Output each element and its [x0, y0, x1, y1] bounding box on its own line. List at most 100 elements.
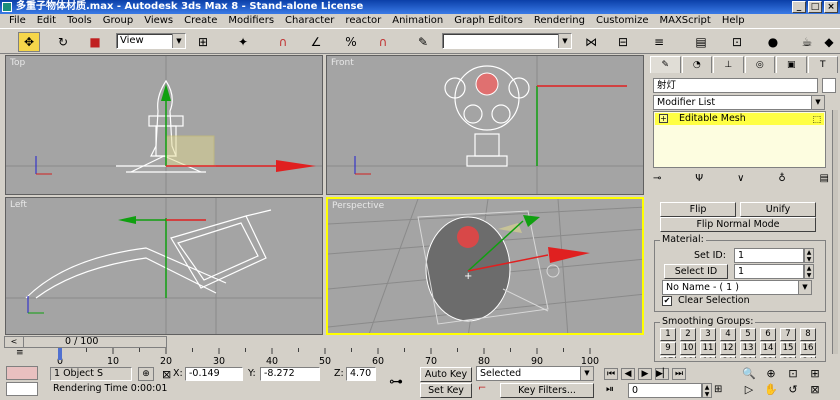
smoothing-group-button-17[interactable]: 17 — [660, 356, 676, 358]
smoothing-group-button-19[interactable]: 19 — [700, 356, 716, 358]
select-id-field[interactable]: 1 — [734, 264, 804, 279]
smoothing-group-button-20[interactable]: 20 — [720, 356, 736, 358]
utilities-tab-icon[interactable]: T — [807, 56, 838, 73]
time-slider[interactable]: 0 / 100 — [4, 336, 167, 348]
previous-frame-icon[interactable]: ◀ — [621, 368, 635, 380]
hierarchy-tab-icon[interactable]: ⊥ — [713, 56, 744, 73]
lock-selection-icon[interactable]: ⊕ — [138, 367, 154, 381]
smoothing-group-button-18[interactable]: 18 — [680, 356, 696, 358]
smoothing-group-button-7[interactable]: 7 — [780, 328, 796, 341]
go-to-end-icon[interactable]: ⏭ — [672, 368, 686, 380]
align-icon[interactable]: ⊟ — [612, 32, 634, 52]
smoothing-group-button-5[interactable]: 5 — [740, 328, 756, 341]
command-panel-scrollbar[interactable] — [832, 110, 838, 354]
key-icon[interactable]: ⊶ — [378, 368, 414, 396]
create-tab-icon[interactable]: ✎ — [650, 56, 681, 73]
object-color-swatch[interactable] — [822, 78, 836, 93]
z-coordinate-field[interactable]: 4.70 — [346, 367, 376, 381]
menu-rendering[interactable]: Rendering — [534, 14, 585, 28]
minimize-button[interactable]: _ — [792, 1, 806, 13]
smoothing-group-button-1[interactable]: 1 — [660, 328, 676, 341]
unify-button[interactable]: Unify — [740, 202, 816, 217]
menu-character[interactable]: Character — [285, 14, 334, 28]
smoothing-group-button-23[interactable]: 23 — [780, 356, 796, 358]
material-name-dropdown[interactable]: No Name - ( 1 ) ▼ — [662, 280, 812, 295]
menu-views[interactable]: Views — [144, 14, 173, 28]
viewport-top[interactable]: Top — [5, 55, 323, 195]
play-icon[interactable]: ▶ — [638, 368, 652, 380]
viewport-front[interactable]: Front — [326, 55, 644, 195]
select-manipulate-icon[interactable]: ✦ — [232, 32, 254, 52]
quick-render-icon[interactable]: ◆ — [818, 32, 840, 52]
smoothing-group-button-12[interactable]: 12 — [720, 342, 736, 355]
set-key-button[interactable]: Set Key — [420, 383, 472, 398]
layer-manager-icon[interactable]: ≡ — [648, 32, 670, 52]
zoom-all-icon[interactable]: ⊕ — [760, 367, 782, 383]
smoothing-group-button-2[interactable]: 2 — [680, 328, 696, 341]
x-coordinate-field[interactable]: -0.149 — [185, 367, 243, 381]
zoom-extents-all-icon[interactable]: ⊞ — [804, 367, 826, 383]
smoothing-group-button-10[interactable]: 10 — [680, 342, 696, 355]
reference-coordinate-dropdown[interactable]: View ▼ — [116, 33, 186, 49]
named-selection-sets-dropdown[interactable]: ▼ — [442, 33, 572, 49]
track-bar-menu-icon[interactable]: ≡ — [16, 348, 30, 362]
menu-help[interactable]: Help — [722, 14, 745, 28]
snap-toggle-icon[interactable]: ∩ — [272, 32, 294, 52]
named-selection-icon[interactable]: ✎ — [412, 32, 434, 52]
track-bar[interactable]: 0 10 20 30 40 50 60 70 80 90 100 ≡ — [4, 348, 604, 366]
menu-modifiers[interactable]: Modifiers — [228, 14, 274, 28]
menu-customize[interactable]: Customize — [596, 14, 649, 28]
clear-selection-checkbox[interactable]: ✔ — [662, 296, 672, 306]
angle-snap-icon[interactable]: ∠ — [305, 32, 327, 52]
curve-editor-icon[interactable]: ▤ — [690, 32, 712, 52]
viewport-label[interactable]: Front — [331, 58, 354, 68]
arc-rotate-icon[interactable]: ↺ — [782, 383, 804, 399]
set-id-field[interactable]: 1 — [734, 248, 804, 263]
go-to-start-icon[interactable]: ⏮ — [604, 368, 618, 380]
smoothing-group-button-15[interactable]: 15 — [780, 342, 796, 355]
remove-modifier-icon[interactable]: ♁ — [778, 173, 785, 187]
current-frame-field[interactable]: 0 — [628, 383, 702, 398]
maximize-viewport-icon[interactable]: ⊠ — [804, 383, 826, 399]
field-of-view-icon[interactable]: ▷ — [738, 383, 760, 399]
flip-normal-mode-button[interactable]: Flip Normal Mode — [660, 217, 816, 232]
select-move-icon[interactable]: ✥ — [18, 32, 40, 52]
menu-edit[interactable]: Edit — [37, 14, 56, 28]
spinner-snap-icon[interactable]: ∩ — [372, 32, 394, 52]
time-slider-prev-icon[interactable]: < — [4, 336, 24, 348]
default-in-out-tangent-icon[interactable]: ⌐ — [478, 383, 496, 397]
viewport-label[interactable]: Top — [10, 58, 25, 68]
key-mode-toggle-icon[interactable]: ⏯ — [606, 384, 614, 395]
select-scale-icon[interactable]: ■ — [84, 32, 106, 52]
pivot-point-icon[interactable]: ⊞ — [192, 32, 214, 52]
percent-snap-icon[interactable]: % — [340, 32, 362, 52]
expand-icon[interactable]: + — [659, 114, 668, 123]
smoothing-group-button-16[interactable]: 16 — [800, 342, 816, 355]
viewport-label[interactable]: Left — [10, 200, 27, 210]
smoothing-group-button-9[interactable]: 9 — [660, 342, 676, 355]
key-filters-button[interactable]: Key Filters... — [500, 383, 594, 398]
make-unique-icon[interactable]: ∨ — [737, 173, 744, 187]
select-id-button[interactable]: Select ID — [664, 264, 728, 279]
modifier-list-dropdown[interactable]: Modifier List ▼ — [653, 95, 825, 110]
smoothing-group-button-3[interactable]: 3 — [700, 328, 716, 341]
absolute-mode-icon[interactable]: ⊠ — [162, 368, 171, 381]
current-frame-marker[interactable] — [58, 348, 62, 360]
material-editor-icon[interactable]: ● — [762, 32, 784, 52]
auto-key-button[interactable]: Auto Key — [420, 367, 472, 382]
smoothing-group-button-11[interactable]: 11 — [700, 342, 716, 355]
flip-button[interactable]: Flip — [660, 202, 736, 217]
maxscript-listener-mini[interactable] — [6, 366, 38, 380]
stack-item-editable-mesh[interactable]: + Editable Mesh ⬚ — [655, 113, 824, 125]
motion-tab-icon[interactable]: ◎ — [744, 56, 775, 73]
mirror-icon[interactable]: ⋈ — [580, 32, 602, 52]
key-mode-dropdown[interactable]: Selected ▼ — [476, 366, 594, 381]
maximize-button[interactable]: □ — [808, 1, 822, 13]
show-end-result-icon[interactable]: Ψ — [695, 173, 703, 187]
pan-view-icon[interactable]: ✋ — [760, 383, 782, 399]
select-id-spinner[interactable]: ▲ ▼ — [804, 264, 814, 279]
menu-file[interactable]: File — [9, 14, 26, 28]
close-button[interactable]: × — [824, 1, 838, 13]
viewport-label[interactable]: Perspective — [332, 201, 384, 211]
smoothing-group-button-8[interactable]: 8 — [800, 328, 816, 341]
